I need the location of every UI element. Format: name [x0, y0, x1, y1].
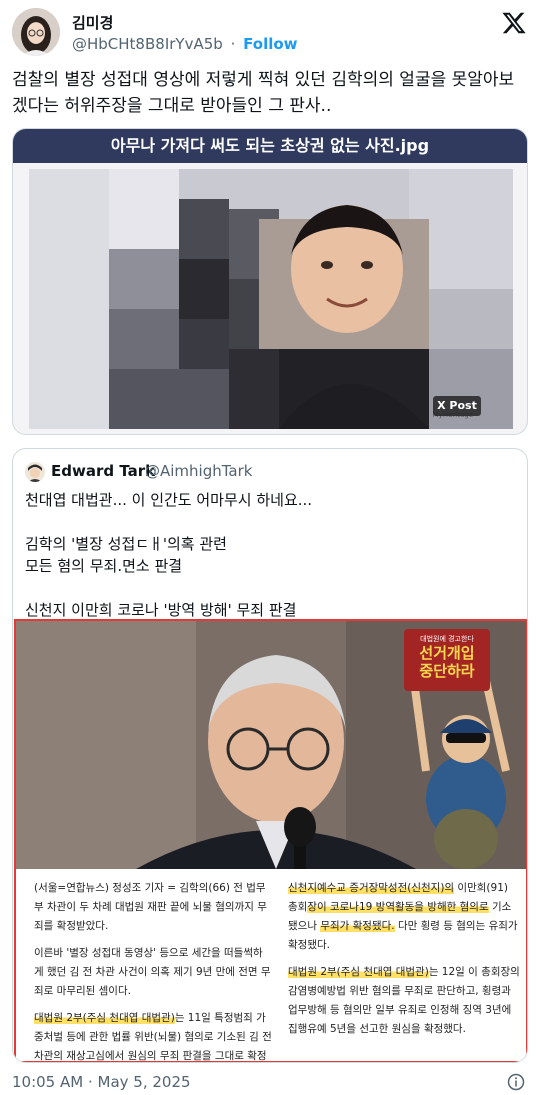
separator: · [230, 35, 236, 53]
highlight: 무죄가 확정됐다. [320, 920, 395, 932]
highlight: 신천지예수교 증거장막성전(신천지)의 [288, 882, 455, 894]
sign-line-1: 선거개입 [419, 644, 475, 662]
article-left-p3: 대법원 2부(주심 천대엽 대법관)는 11일 특정범죄 가중처벌 등에 관한 … [34, 1009, 272, 1061]
x-post-badge: X Post [433, 396, 481, 416]
x-logo-icon[interactable] [501, 10, 527, 36]
quoted-tweet-text: 천대엽 대법관... 이 인간도 어마무시 하네요... 김학의 '별장 성접ㄷ… [25, 491, 313, 619]
judge-photo: 대법원에 경고한다 선거개입 중단하라 [16, 621, 526, 869]
article-right-p1: 신천지예수교 증거장막성전(신천지)의 이만희(91) 총회장이 코로나19 방… [288, 879, 520, 955]
info-icon[interactable] [507, 1073, 525, 1091]
author-name[interactable]: 김미경 [72, 12, 113, 33]
image-banner-text: 아무나 가져다 써도 되는 초상권 없는 사진.jpg [13, 129, 527, 163]
pixelated-photo: MyHeritage [29, 169, 513, 429]
highlight: 장이 코로나19 방역활동을 방해한 혐의로 [307, 901, 489, 913]
tweet-image[interactable]: 아무나 가져다 써도 되는 초상권 없는 사진.jpg X Post [12, 128, 528, 435]
news-article-text: (서울=연합뉴스) 정성조 기자 = 김학의(66) 전 법무부 차관이 두 차… [16, 869, 526, 1061]
tweet-text: 검찰의 별장 성접대 영상에 저렇게 찍혀 있던 김학의의 얼굴을 못알아보겠다… [12, 70, 515, 116]
tweet-timestamp[interactable]: 10:05 AM · May 5, 2025 [12, 1073, 191, 1091]
article-right-column: 신천지예수교 증거장막성전(신천지)의 이만희(91) 총회장이 코로나19 방… [288, 879, 520, 1047]
protest-sign: 대법원에 경고한다 선거개입 중단하라 [404, 629, 490, 691]
sign-line-2: 중단하라 [419, 662, 475, 680]
article-left-p2: 이른바 '별장 성접대 동영상' 등으로 세간을 떠들썩하게 했던 김 전 차관… [34, 947, 271, 997]
quoted-author-name[interactable]: Edward Tark [51, 462, 155, 480]
author-handle-line: @HbCHt8B8IrYvA5b · Follow [72, 35, 298, 53]
sign-top-text: 대법원에 경고한다 [420, 635, 474, 643]
follow-button[interactable]: Follow [243, 35, 297, 53]
tweet-header: 김미경 @HbCHt8B8IrYvA5b · Follow [12, 8, 529, 58]
highlight: 대법원 2부(주심 천대엽 대법관) [288, 966, 429, 978]
avatar[interactable] [12, 8, 60, 56]
quoted-tweet[interactable]: Edward Tark @AimhighTark 천대엽 대법관... 이 인간… [12, 448, 528, 1063]
article-left-column: (서울=연합뉴스) 정성조 기자 = 김학의(66) 전 법무부 차관이 두 차… [34, 879, 272, 1061]
quoted-avatar[interactable] [25, 462, 45, 482]
quoted-author-handle[interactable]: @AimhighTark [145, 462, 252, 480]
highlight: 대법원 2부(주심 천대엽 대법관) [34, 1012, 175, 1024]
article-right-p2: 대법원 2부(주심 천대엽 대법관)는 12일 이 총회장의 감염병예방법 위반… [288, 963, 520, 1039]
article-left-p1: (서울=연합뉴스) 정성조 기자 = 김학의(66) 전 법무부 차관이 두 차… [34, 882, 267, 932]
news-image[interactable]: 대법원에 경고한다 선거개입 중단하라 (서울=연합뉴스) 정성조 기자 = 김… [14, 619, 527, 1062]
author-handle[interactable]: @HbCHt8B8IrYvA5b [72, 35, 223, 53]
